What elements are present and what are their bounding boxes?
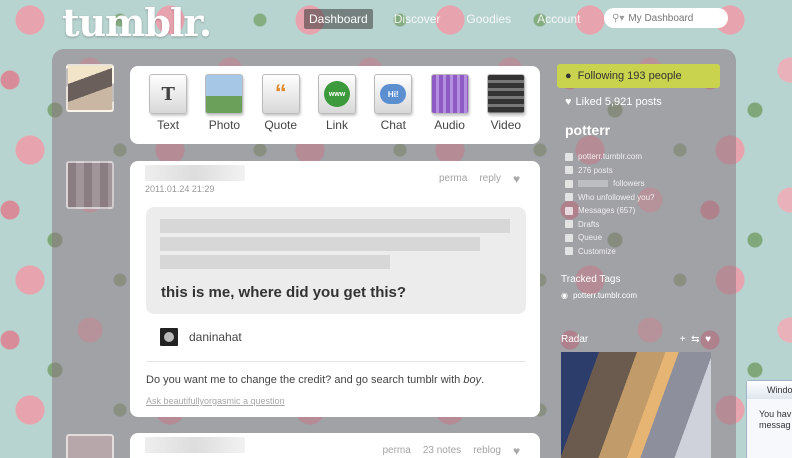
search-icon: ⚲▾ bbox=[612, 12, 625, 24]
reblog-icon[interactable]: ⇆ bbox=[691, 334, 699, 345]
post-author-blurred bbox=[145, 437, 245, 453]
search-box[interactable]: ⚲▾ bbox=[604, 8, 728, 28]
next-post: perma 23 notes reblog ♥ bbox=[130, 433, 540, 458]
nav-dashboard[interactable]: Dashboard bbox=[304, 9, 373, 29]
post-controls: perma reply ♥ bbox=[439, 173, 524, 185]
home-icon bbox=[565, 152, 573, 161]
source-avatar bbox=[160, 328, 178, 346]
new-post-bar: T Text Photo “ Quote www Link Hi! Chat A… bbox=[130, 66, 540, 144]
like-heart-icon[interactable]: ♥ bbox=[513, 445, 524, 457]
new-video-post[interactable]: Video bbox=[478, 74, 534, 144]
menu-item-posts[interactable]: 276 posts bbox=[565, 164, 727, 178]
like-heart-icon[interactable]: ♥ bbox=[513, 173, 524, 185]
user-avatar[interactable] bbox=[66, 64, 114, 112]
menu-item-customize[interactable]: Customize bbox=[565, 245, 727, 259]
new-chat-post[interactable]: Hi! Chat bbox=[365, 74, 421, 144]
person-icon: ● bbox=[565, 70, 572, 82]
blog-menu: potterr.tumblr.com 276 posts followers W… bbox=[557, 150, 727, 258]
main-nav: Dashboard Discover Goodies Account bbox=[304, 9, 601, 29]
tag-icon: ◉ bbox=[561, 291, 568, 300]
following-button[interactable]: ● Following 193 people bbox=[557, 64, 720, 88]
audio-post-icon bbox=[430, 74, 469, 114]
nav-discover[interactable]: Discover bbox=[389, 9, 446, 29]
popup-body: You hav messag bbox=[759, 409, 792, 430]
perma-link[interactable]: perma bbox=[382, 445, 410, 456]
new-text-post[interactable]: T Text bbox=[140, 74, 196, 144]
search-input[interactable] bbox=[628, 12, 719, 24]
reply-link[interactable]: reply bbox=[479, 173, 501, 184]
blurred-text-line bbox=[160, 237, 480, 251]
reblog-link[interactable]: reblog bbox=[473, 445, 501, 456]
tumblr-logo[interactable]: tumblr. bbox=[62, 0, 212, 45]
new-audio-post[interactable]: Audio bbox=[421, 74, 477, 144]
post-controls: perma 23 notes reblog ♥ bbox=[382, 445, 524, 457]
quote-post-icon: “ bbox=[261, 74, 300, 114]
nav-goodies[interactable]: Goodies bbox=[461, 9, 516, 29]
new-photo-post[interactable]: Photo bbox=[196, 74, 252, 144]
add-icon[interactable]: + bbox=[680, 334, 686, 345]
ask-question-link[interactable]: Ask beautifullyorgasmic a question bbox=[146, 396, 285, 406]
quote-post: 2011.01.24 21:29 perma reply ♥ this is m… bbox=[130, 161, 540, 417]
photo-post-icon bbox=[205, 74, 244, 114]
menu-item-queue[interactable]: Queue bbox=[565, 231, 727, 245]
quote-text: this is me, where did you get this? bbox=[161, 284, 407, 301]
windows-notification-popup[interactable]: Windo You hav messag bbox=[746, 380, 792, 458]
mail-icon bbox=[565, 206, 573, 215]
blog-name[interactable]: potterr bbox=[557, 122, 727, 138]
menu-item-messages[interactable]: Messages (657) bbox=[565, 204, 727, 218]
liked-posts-link[interactable]: ♥ Liked 5,921 posts bbox=[557, 96, 727, 108]
menu-item-blog-url[interactable]: potterr.tumblr.com bbox=[565, 150, 727, 164]
post-author-blurred bbox=[145, 165, 245, 181]
tracked-tags-title: Tracked Tags bbox=[561, 274, 621, 285]
quote-source[interactable]: daninahat bbox=[160, 328, 242, 346]
quote-box: this is me, where did you get this? bbox=[146, 207, 526, 314]
heart-icon: ♥ bbox=[565, 96, 572, 108]
followers-icon bbox=[565, 179, 573, 188]
popup-title: Windo bbox=[747, 381, 792, 399]
divider bbox=[146, 361, 526, 362]
menu-item-drafts[interactable]: Drafts bbox=[565, 218, 727, 232]
radar-controls: + ⇆ ♥ bbox=[680, 334, 711, 345]
radar-header: Radar + ⇆ ♥ bbox=[561, 334, 711, 345]
post-date: 2011.01.24 21:29 bbox=[145, 184, 215, 194]
nav-account[interactable]: Account bbox=[532, 9, 585, 29]
wrench-icon bbox=[565, 247, 573, 256]
post-body: Do you want me to change the credit? and… bbox=[146, 374, 485, 386]
menu-item-unfollowed[interactable]: Who unfollowed you? bbox=[565, 191, 727, 205]
posts-icon bbox=[565, 166, 573, 175]
radar-photo[interactable] bbox=[561, 352, 711, 458]
post-author-avatar[interactable] bbox=[66, 161, 114, 209]
drafts-icon bbox=[565, 220, 573, 229]
notes-link[interactable]: 23 notes bbox=[423, 445, 461, 456]
blurred-count bbox=[578, 180, 608, 188]
new-link-post[interactable]: www Link bbox=[309, 74, 365, 144]
new-quote-post[interactable]: “ Quote bbox=[253, 74, 309, 144]
perma-link[interactable]: perma bbox=[439, 173, 467, 184]
blurred-text-line bbox=[160, 219, 510, 233]
heart-icon[interactable]: ♥ bbox=[705, 334, 711, 345]
sidebar: ● Following 193 people ♥ Liked 5,921 pos… bbox=[557, 64, 727, 458]
heart-icon bbox=[565, 193, 573, 202]
blurred-text-line bbox=[160, 255, 390, 269]
text-post-icon: T bbox=[149, 74, 188, 114]
video-post-icon bbox=[486, 74, 525, 114]
tracked-tag[interactable]: ◉ potterr.tumblr.com bbox=[557, 291, 727, 300]
source-name[interactable]: daninahat bbox=[189, 330, 242, 344]
chat-post-icon: Hi! bbox=[374, 74, 413, 114]
top-bar: tumblr. Dashboard Discover Goodies Accou… bbox=[0, 0, 792, 45]
post-author-avatar[interactable] bbox=[66, 434, 114, 458]
link-post-icon: www bbox=[317, 74, 356, 114]
menu-item-followers[interactable]: followers bbox=[565, 177, 727, 191]
queue-icon bbox=[565, 233, 573, 242]
